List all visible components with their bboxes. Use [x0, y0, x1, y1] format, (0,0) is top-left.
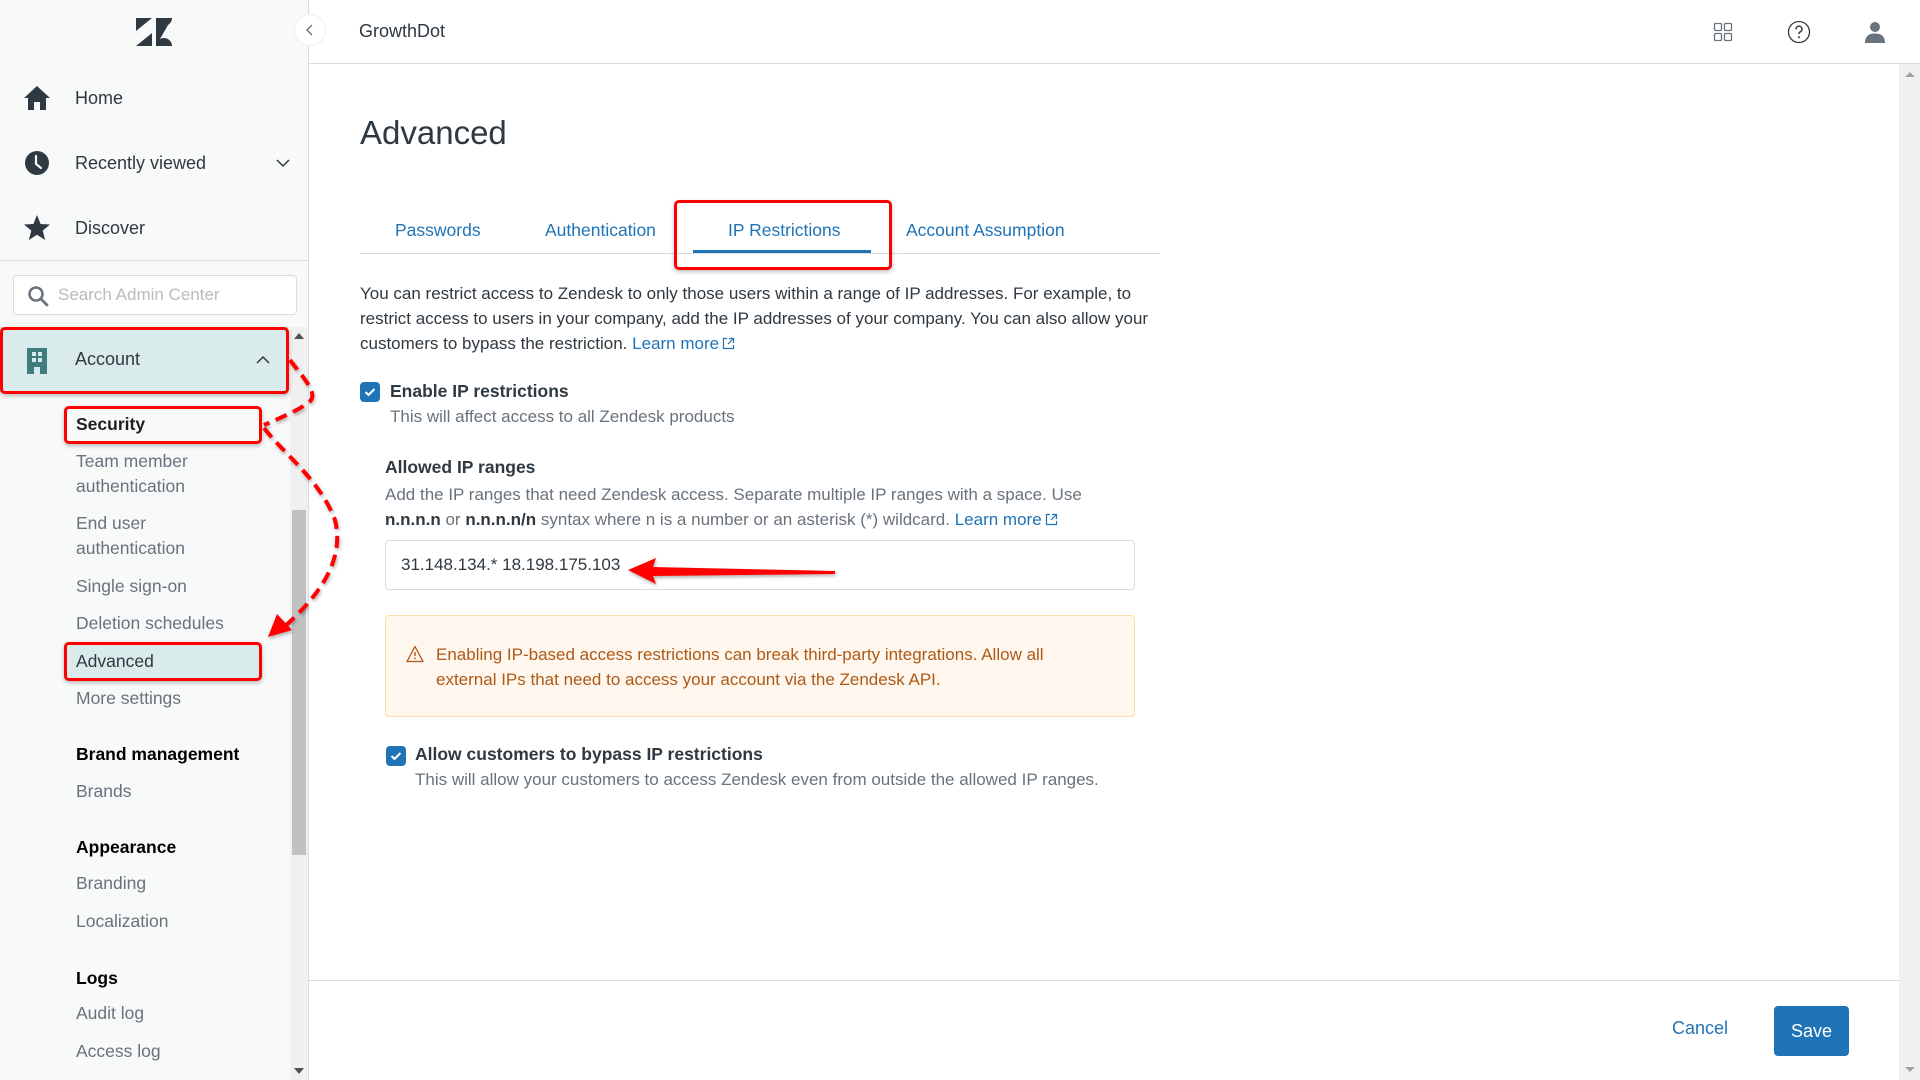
product-tray-icon — [1713, 22, 1733, 42]
product-tray-button[interactable] — [1709, 18, 1737, 46]
sidebar-group-brand-management: Brand management — [76, 744, 240, 764]
warning-alert: Enabling IP-based access restrictions ca… — [385, 615, 1135, 717]
nav-discover-label: Discover — [75, 217, 146, 238]
tab-passwords[interactable]: Passwords — [395, 220, 481, 241]
checkmark-icon — [390, 752, 402, 761]
top-header: GrowthDot — [309, 0, 1920, 64]
allowed-ip-ranges-hint: Add the IP ranges that need Zendesk acce… — [385, 482, 1125, 532]
allowed-ranges-learn-more-link[interactable]: Learn more — [955, 510, 1058, 529]
scroll-up-arrow-icon[interactable] — [294, 333, 304, 339]
clock-icon — [22, 148, 52, 178]
admin-search-field[interactable] — [13, 275, 297, 315]
user-profile-icon — [1865, 22, 1885, 43]
tabs-border — [360, 253, 1160, 254]
learn-more-label: Learn more — [954, 510, 1042, 529]
save-button[interactable]: Save — [1774, 1006, 1849, 1056]
sidebar-item-deletion-schedules[interactable]: Deletion schedules — [76, 611, 224, 636]
allowed-ip-ranges-label: Allowed IP ranges — [385, 457, 536, 477]
sidebar-item-branding[interactable]: Branding — [76, 871, 146, 896]
nav-recently-viewed-label: Recently viewed — [75, 152, 207, 173]
enable-ip-restrictions-hint: This will affect access to all Zendesk p… — [390, 407, 735, 426]
sidebar-scrollbar[interactable] — [290, 327, 308, 1080]
nav-home-label: Home — [75, 87, 124, 108]
active-tab-indicator — [693, 250, 871, 253]
hint-part: syntax where n is a number or an asteris… — [540, 510, 950, 529]
enable-ip-restrictions-label[interactable]: Enable IP restrictions — [390, 381, 569, 402]
sidebar-item-end-user-auth[interactable]: End user authentication — [76, 511, 185, 561]
sidebar-item-brands[interactable]: Brands — [76, 779, 131, 804]
allow-bypass-hint: This will allow your customers to access… — [415, 770, 1099, 789]
cancel-button[interactable]: Cancel — [1672, 1018, 1728, 1039]
tab-authentication[interactable]: Authentication — [545, 220, 656, 241]
allow-bypass-checkbox[interactable] — [386, 746, 406, 766]
scroll-down-arrow-icon[interactable] — [1905, 1067, 1915, 1072]
sidebar-item-single-sign-on[interactable]: Single sign-on — [76, 574, 187, 599]
learn-more-link[interactable]: Learn more — [632, 334, 735, 353]
page-title: Advanced — [360, 114, 507, 151]
building-icon — [27, 348, 47, 374]
intro-text: You can restrict access to Zendesk to on… — [360, 281, 1170, 356]
scroll-down-arrow-icon[interactable] — [294, 1068, 304, 1074]
sidebar-item-more-settings[interactable]: More settings — [76, 686, 181, 711]
sidebar-item-line: authentication — [76, 538, 185, 558]
checkmark-icon — [364, 388, 376, 397]
sidebar-item-line: End user — [76, 513, 147, 533]
star-icon — [22, 213, 52, 243]
sidebar-item-team-member-auth[interactable]: Team member authentication — [76, 449, 188, 499]
home-icon — [22, 83, 52, 113]
sidebar: Home Recently viewed Discover Account Se… — [0, 0, 309, 1080]
user-profile-button[interactable] — [1861, 18, 1889, 46]
scroll-up-arrow-icon[interactable] — [1905, 72, 1915, 77]
tab-account-assumption[interactable]: Account Assumption — [906, 220, 1065, 241]
intro-body: You can restrict access to Zendesk to on… — [360, 284, 1149, 353]
external-link-icon — [1045, 513, 1057, 526]
account-name: GrowthDot — [359, 21, 446, 41]
sidebar-section-account[interactable]: Account — [0, 327, 288, 393]
sidebar-group-appearance: Appearance — [76, 837, 177, 857]
sidebar-item-access-log[interactable]: Access log — [76, 1039, 161, 1064]
chevron-down-icon[interactable] — [274, 154, 292, 172]
nav-discover[interactable]: Discover — [0, 204, 300, 252]
external-link-icon — [722, 337, 735, 350]
sidebar-item-advanced[interactable]: Advanced — [64, 642, 262, 680]
sidebar-group-security[interactable]: Security — [76, 412, 145, 437]
sidebar-item-line: Team member — [76, 451, 188, 471]
footer-divider — [309, 980, 1899, 981]
alert-triangle-icon — [406, 645, 424, 663]
learn-more-label: Learn more — [632, 334, 720, 353]
tab-ip-restrictions[interactable]: IP Restrictions — [728, 220, 841, 241]
sidebar-group-logs: Logs — [76, 968, 118, 988]
warning-text: Enabling IP-based access restrictions ca… — [436, 645, 1044, 689]
sidebar-item-audit-log[interactable]: Audit log — [76, 1001, 144, 1026]
main-scrollbar[interactable] — [1899, 64, 1920, 1080]
nav-home[interactable]: Home — [0, 74, 300, 122]
zendesk-logo[interactable] — [136, 18, 172, 46]
hint-part: Add the IP ranges that need Zendesk acce… — [385, 485, 1082, 504]
search-icon — [28, 286, 49, 307]
help-icon — [1787, 20, 1811, 44]
chevron-up-icon[interactable] — [254, 351, 272, 369]
hint-part: or — [445, 510, 461, 529]
syntax-example: n.n.n.n — [385, 510, 441, 529]
sidebar-divider — [0, 260, 309, 261]
admin-search-input[interactable] — [58, 276, 288, 314]
enable-ip-restrictions-checkbox[interactable] — [360, 382, 380, 402]
nav-recently-viewed[interactable]: Recently viewed — [0, 139, 300, 187]
sidebar-section-account-label: Account — [75, 349, 141, 369]
sidebar-item-line: authentication — [76, 476, 185, 496]
collapse-sidebar-button[interactable] — [295, 15, 325, 45]
sidebar-item-localization[interactable]: Localization — [76, 909, 168, 934]
help-button[interactable] — [1785, 18, 1813, 46]
allow-bypass-label[interactable]: Allow customers to bypass IP restriction… — [415, 744, 763, 765]
syntax-example: n.n.n.n/n — [465, 510, 537, 529]
sidebar-scrollbar-thumb[interactable] — [292, 510, 306, 855]
allowed-ip-ranges-input[interactable] — [385, 540, 1135, 590]
chevron-left-icon — [306, 24, 313, 36]
